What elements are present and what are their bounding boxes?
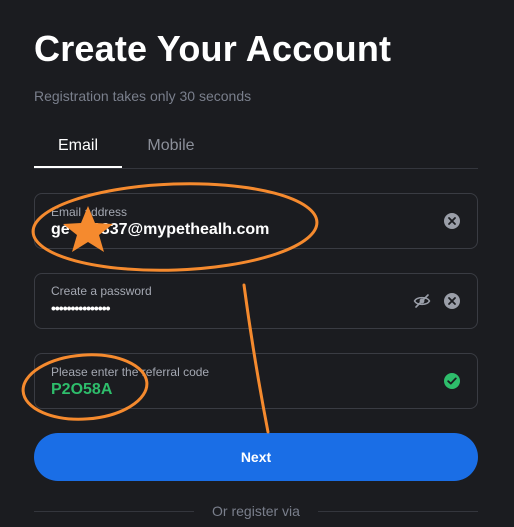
tab-mobile[interactable]: Mobile [134,132,208,168]
password-field[interactable]: Create a password ••••••••••••••• [34,273,478,329]
email-input[interactable]: ge 0837@mypethealh.com [51,221,269,239]
registration-tabs: Email Mobile [34,132,478,169]
clear-icon[interactable] [443,292,461,310]
password-field-label: Create a password [51,284,152,298]
email-field-label: Email address [51,205,128,219]
referral-code-label: Please enter the referral code [51,365,210,379]
clear-icon[interactable] [443,212,461,230]
tab-email[interactable]: Email [34,132,122,168]
divider-line-right [318,511,478,512]
create-account-page: Create Your Account Registration takes o… [0,0,514,527]
email-field[interactable]: Email address ge 0837@mypethealh.com [34,193,478,249]
referral-code-input[interactable]: P2O58A [51,381,112,399]
referral-code-field[interactable]: Please enter the referral code P2O58A [34,353,478,409]
alt-register-divider: Or register via [34,502,478,522]
next-button[interactable]: Next [34,433,478,481]
password-input[interactable]: ••••••••••••••• [51,300,111,316]
check-circle-icon [443,372,461,390]
page-title: Create Your Account [34,28,392,69]
page-subtitle: Registration takes only 30 seconds [34,88,252,104]
eye-slash-icon[interactable] [413,292,431,310]
